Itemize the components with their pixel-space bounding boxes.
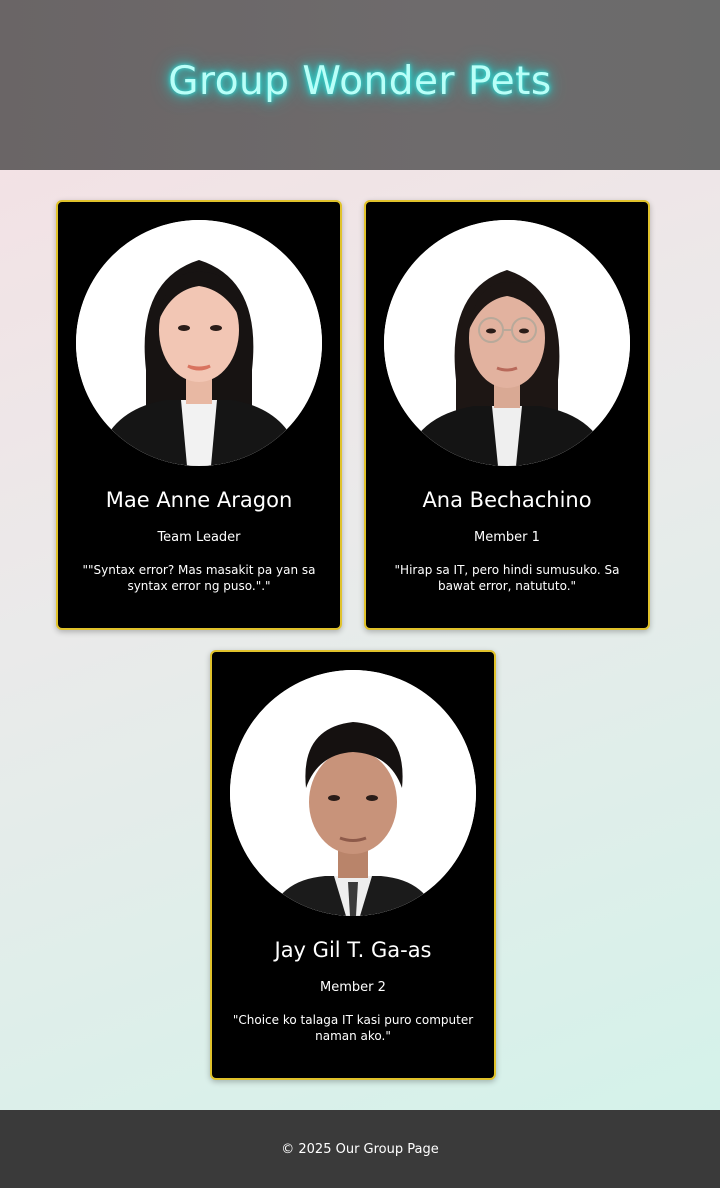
member-quote: "Choice ko talaga IT kasi puro computer … — [232, 1013, 474, 1043]
member-photo — [230, 670, 476, 916]
member-name: Jay Gil T. Ga-as — [274, 938, 432, 962]
member-photo — [384, 220, 630, 466]
member-role: Member 1 — [474, 530, 540, 545]
member-name: Mae Anne Aragon — [105, 488, 293, 512]
member-quote: "Hirap sa IT, pero hindi sumusuko. Sa ba… — [394, 563, 620, 593]
member-quote: ""Syntax error? Mas masakit pa yan sa sy… — [82, 563, 316, 593]
member-card-3: Jay Gil T. Ga-as Member 2 "Choice ko tal… — [210, 650, 496, 1080]
footer-copyright: © 2025 Our Group Page — [281, 1141, 439, 1157]
page-footer: © 2025 Our Group Page — [0, 1110, 720, 1188]
page-title: Group Wonder Pets — [168, 58, 552, 104]
page-header: Group Wonder Pets — [0, 0, 720, 170]
member-role: Member 2 — [320, 980, 386, 995]
member-photo — [76, 220, 322, 466]
member-name: Ana Bechachino — [422, 488, 592, 512]
member-card-2: Ana Bechachino Member 1 "Hirap sa IT, pe… — [364, 200, 650, 630]
member-card-1: Mae Anne Aragon Team Leader ""Syntax err… — [56, 200, 342, 630]
member-role: Team Leader — [157, 530, 241, 545]
